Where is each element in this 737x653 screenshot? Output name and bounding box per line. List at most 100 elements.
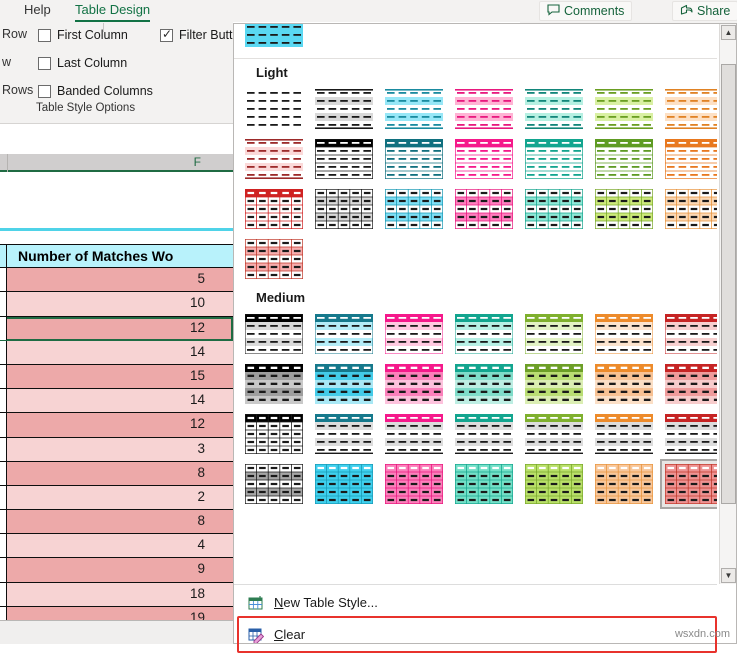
style-medium-orange-solid[interactable] (590, 359, 658, 409)
style-light-cyan[interactable] (380, 84, 448, 134)
tab-help[interactable]: Help (24, 0, 51, 22)
style-light-none[interactable] (240, 84, 308, 134)
tab-table-design[interactable]: Table Design (75, 0, 151, 22)
table-row[interactable]: 3 (0, 437, 233, 462)
table-row[interactable]: 12 (0, 316, 233, 341)
style-thumbnail-preview (525, 364, 583, 404)
gallery-row (234, 24, 717, 52)
style-medium-red[interactable] (660, 309, 717, 359)
style-medium-black[interactable] (240, 309, 308, 359)
style-light-orange[interactable] (660, 84, 717, 134)
style-light-pink[interactable] (450, 84, 518, 134)
style-medium-teal-greybody[interactable] (310, 409, 378, 459)
style-light-seagreen-header[interactable] (520, 134, 588, 184)
gallery-scrollbar[interactable]: ▲ ▼ (719, 24, 736, 584)
checkbox-last-column[interactable]: Last Column (38, 52, 127, 74)
checkbox-banded-columns[interactable]: Banded Columns (38, 80, 153, 102)
style-light-red-grid-2[interactable] (240, 234, 308, 284)
style-light-teal[interactable] (520, 84, 588, 134)
style-light-orange-header[interactable] (660, 134, 717, 184)
table-header-row[interactable]: Number of Matches Wo (0, 244, 233, 269)
table-row[interactable]: 18 (0, 582, 233, 607)
style-medium-teal-solid[interactable] (310, 359, 378, 409)
style-medium-red-solid[interactable] (660, 359, 717, 409)
table-row[interactable]: 2 (0, 485, 233, 511)
new-table-style-label: New Table Style... (274, 595, 378, 610)
column-header-f[interactable]: F (194, 155, 201, 169)
style-medium-seagreen-solid[interactable] (450, 359, 518, 409)
style-light-teal-grid[interactable] (520, 184, 588, 234)
checkbox-first-column[interactable]: First Column (38, 24, 128, 46)
checkbox-filter-button[interactable]: Filter Butto (160, 24, 239, 46)
share-button[interactable]: Share (672, 1, 737, 21)
table-row[interactable]: 10 (0, 292, 233, 317)
table-row[interactable]: 4 (0, 534, 233, 559)
row-stub (0, 582, 7, 606)
table-row[interactable]: 14 (0, 340, 233, 365)
gallery-section-title: Light (256, 65, 288, 80)
style-light-green-grid[interactable] (590, 184, 658, 234)
table-row[interactable]: 9 (0, 558, 233, 583)
style-thumbnail-preview (594, 313, 654, 355)
style-medium-orange-grid[interactable] (590, 459, 658, 509)
style-medium-pink-greybody[interactable] (380, 409, 448, 459)
style-light-black[interactable] (310, 84, 378, 134)
style-light-black-header[interactable] (310, 134, 378, 184)
style-light-teal-header[interactable] (380, 134, 448, 184)
style-medium-seagreen[interactable] (450, 309, 518, 359)
style-medium-teal[interactable] (310, 309, 378, 359)
scroll-down-arrow[interactable]: ▼ (721, 568, 736, 583)
table-row[interactable]: 14 (0, 389, 233, 414)
table-row[interactable]: 15 (0, 364, 233, 390)
style-light-orange-grid[interactable] (660, 184, 717, 234)
style-thumbnail-preview (245, 89, 303, 129)
style-thumbnail-preview (244, 413, 304, 455)
style-medium-grey-grid[interactable] (240, 459, 308, 509)
style-light-magenta-header[interactable] (450, 134, 518, 184)
style-light-green-header[interactable] (590, 134, 658, 184)
style-medium-black-grid[interactable] (240, 409, 308, 459)
style-light-cyan-grid[interactable] (380, 184, 448, 234)
scrollbar-thumb[interactable] (721, 64, 736, 504)
style-medium-green-greybody[interactable] (520, 409, 588, 459)
style-medium-green[interactable] (520, 309, 588, 359)
row-stub (0, 268, 7, 292)
checkbox-box-last-column[interactable] (38, 56, 51, 70)
style-thumbnail-preview (384, 138, 444, 180)
style-medium-orange[interactable] (590, 309, 658, 359)
table-row[interactable]: 5 (0, 268, 233, 293)
table-row[interactable]: 8 (0, 510, 233, 535)
style-medium-pink-grid[interactable] (380, 459, 448, 509)
menu-item-new-table-style[interactable]: New Table Style... (240, 589, 710, 616)
sheet-bottom-strip (0, 620, 233, 644)
checkbox-box-filter-button[interactable] (160, 27, 173, 42)
style-medium-teal-grid[interactable] (450, 459, 518, 509)
style-medium-cyan-grid[interactable] (310, 459, 378, 509)
style-cyan-banded-top[interactable] (240, 24, 308, 52)
style-medium-pink[interactable] (380, 309, 448, 359)
comments-button[interactable]: Comments (539, 1, 633, 21)
style-light-grey-grid[interactable] (310, 184, 378, 234)
style-light-red-grid[interactable] (240, 184, 308, 234)
style-medium-green-solid[interactable] (520, 359, 588, 409)
checkbox-box-banded-columns[interactable] (38, 84, 51, 98)
style-light-green[interactable] (590, 84, 658, 134)
table-row[interactable]: 12 (0, 413, 233, 438)
checkbox-box-first-column[interactable] (38, 28, 51, 42)
style-medium-pink-solid[interactable] (380, 359, 448, 409)
style-medium-orange-greybody[interactable] (590, 409, 658, 459)
gallery-scroll-area: Light Medium (234, 24, 717, 584)
style-medium-black-solid[interactable] (240, 359, 308, 409)
style-thumbnail-preview (384, 188, 444, 230)
style-medium-red-grid[interactable] (660, 459, 717, 509)
style-light-pink-grid[interactable] (450, 184, 518, 234)
table-row[interactable]: 8 (0, 461, 233, 486)
style-thumbnail-preview (385, 89, 443, 129)
cell-value: 5 (197, 271, 205, 287)
style-medium-red-greybody[interactable] (660, 409, 717, 459)
scroll-up-arrow[interactable]: ▲ (721, 25, 736, 40)
style-medium-seagreen-greybody[interactable] (450, 409, 518, 459)
style-light-darkred-band[interactable] (240, 134, 308, 184)
style-medium-green-grid[interactable] (520, 459, 588, 509)
gallery-row (234, 134, 717, 184)
